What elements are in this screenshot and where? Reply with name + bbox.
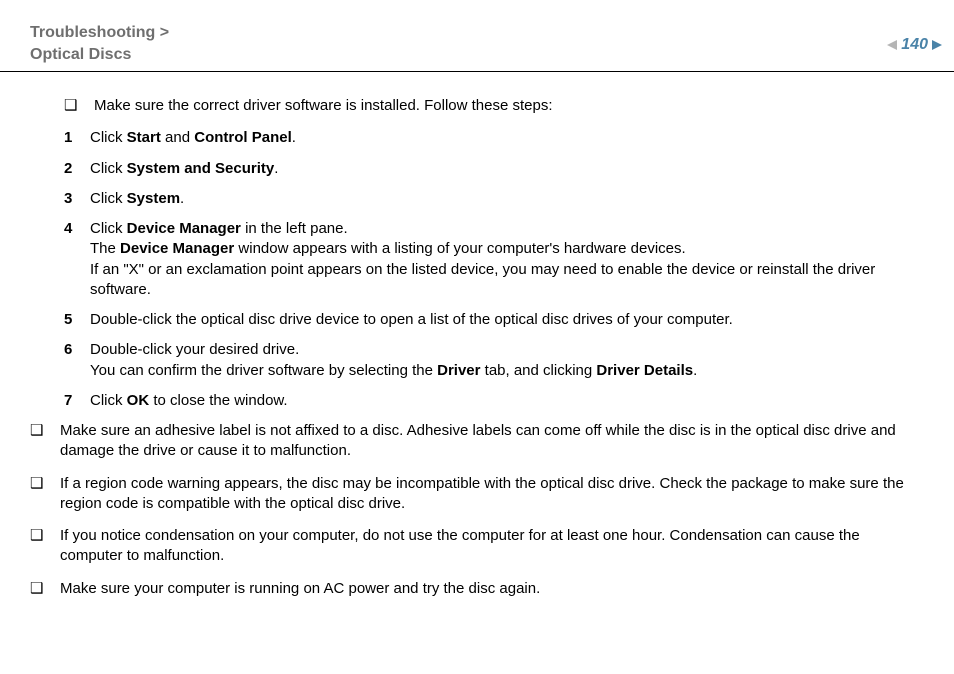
step-4: 4 Click Device Manager in the left pane.… bbox=[64, 219, 924, 300]
ui-term: Device Manager bbox=[127, 220, 241, 237]
text: Click bbox=[90, 220, 127, 237]
bullet-marker-icon: ❑ bbox=[30, 421, 46, 462]
step-number: 4 bbox=[64, 219, 78, 300]
text: Click bbox=[90, 129, 127, 146]
ui-term: System bbox=[127, 190, 180, 207]
document-body: ❑ Make sure the correct driver software … bbox=[0, 72, 954, 631]
bullet-marker-icon: ❑ bbox=[64, 96, 80, 116]
step-body: Click OK to close the window. bbox=[90, 391, 924, 411]
page-navigation: 140 bbox=[887, 36, 942, 54]
step-number: 1 bbox=[64, 128, 78, 148]
text: Click bbox=[90, 160, 127, 177]
steps-list: 1 Click Start and Control Panel. 2 Click… bbox=[30, 128, 924, 411]
bullet-ac-power: ❑ Make sure your computer is running on … bbox=[30, 579, 924, 599]
ui-term: OK bbox=[127, 392, 150, 409]
text: . bbox=[180, 190, 184, 207]
ui-term: Device Manager bbox=[120, 240, 234, 257]
step-body: Click Device Manager in the left pane. T… bbox=[90, 219, 924, 300]
text: to close the window. bbox=[149, 392, 287, 409]
page-number: 140 bbox=[901, 36, 928, 54]
text: in the left pane. bbox=[241, 220, 348, 237]
step-5: 5 Double-click the optical disc drive de… bbox=[64, 310, 924, 330]
step-3: 3 Click System. bbox=[64, 189, 924, 209]
step-number: 3 bbox=[64, 189, 78, 209]
ui-term: Driver bbox=[437, 362, 480, 379]
breadcrumb-part-1[interactable]: Troubleshooting bbox=[30, 24, 169, 41]
bullet-driver-software: ❑ Make sure the correct driver software … bbox=[30, 96, 924, 116]
bullet-marker-icon: ❑ bbox=[30, 579, 46, 599]
bullet-region-code: ❑ If a region code warning appears, the … bbox=[30, 474, 924, 515]
text: . bbox=[292, 129, 296, 146]
text: . bbox=[693, 362, 697, 379]
text: The bbox=[90, 240, 120, 257]
breadcrumb: Troubleshooting Optical Discs bbox=[30, 22, 169, 65]
step-body: Click System and Security. bbox=[90, 159, 924, 179]
step-number: 6 bbox=[64, 340, 78, 381]
prev-page-icon[interactable] bbox=[887, 40, 897, 50]
step-2: 2 Click System and Security. bbox=[64, 159, 924, 179]
breadcrumb-part-2[interactable]: Optical Discs bbox=[30, 46, 131, 63]
step-6: 6 Double-click your desired drive. You c… bbox=[64, 340, 924, 381]
text: Double-click your desired drive. bbox=[90, 341, 299, 358]
step-body: Click Start and Control Panel. bbox=[90, 128, 924, 148]
text: tab, and clicking bbox=[480, 362, 596, 379]
page-header: Troubleshooting Optical Discs 140 bbox=[0, 0, 954, 72]
step-7: 7 Click OK to close the window. bbox=[64, 391, 924, 411]
next-page-icon[interactable] bbox=[932, 40, 942, 50]
bullet-marker-icon: ❑ bbox=[30, 474, 46, 515]
text: and bbox=[161, 129, 194, 146]
bullet-text: If you notice condensation on your compu… bbox=[60, 526, 924, 567]
step-number: 5 bbox=[64, 310, 78, 330]
ui-term: System and Security bbox=[127, 160, 275, 177]
bullet-text: If a region code warning appears, the di… bbox=[60, 474, 924, 515]
text: . bbox=[274, 160, 278, 177]
text: Click bbox=[90, 190, 127, 207]
text: If an "X" or an exclamation point appear… bbox=[90, 261, 875, 298]
ui-term: Control Panel bbox=[194, 129, 292, 146]
step-body: Double-click your desired drive. You can… bbox=[90, 340, 924, 381]
ui-term: Driver Details bbox=[596, 362, 693, 379]
text: You can confirm the driver software by s… bbox=[90, 362, 437, 379]
step-body: Click System. bbox=[90, 189, 924, 209]
bullet-text: Make sure an adhesive label is not affix… bbox=[60, 421, 924, 462]
step-1: 1 Click Start and Control Panel. bbox=[64, 128, 924, 148]
bullet-condensation: ❑ If you notice condensation on your com… bbox=[30, 526, 924, 567]
bullet-adhesive-label: ❑ Make sure an adhesive label is not aff… bbox=[30, 421, 924, 462]
step-body: Double-click the optical disc drive devi… bbox=[90, 310, 924, 330]
text: window appears with a listing of your co… bbox=[234, 240, 685, 257]
text: Click bbox=[90, 392, 127, 409]
bullet-text: Make sure the correct driver software is… bbox=[94, 96, 924, 116]
step-number: 2 bbox=[64, 159, 78, 179]
ui-term: Start bbox=[127, 129, 161, 146]
bullet-marker-icon: ❑ bbox=[30, 526, 46, 567]
step-number: 7 bbox=[64, 391, 78, 411]
bullet-text: Make sure your computer is running on AC… bbox=[60, 579, 924, 599]
